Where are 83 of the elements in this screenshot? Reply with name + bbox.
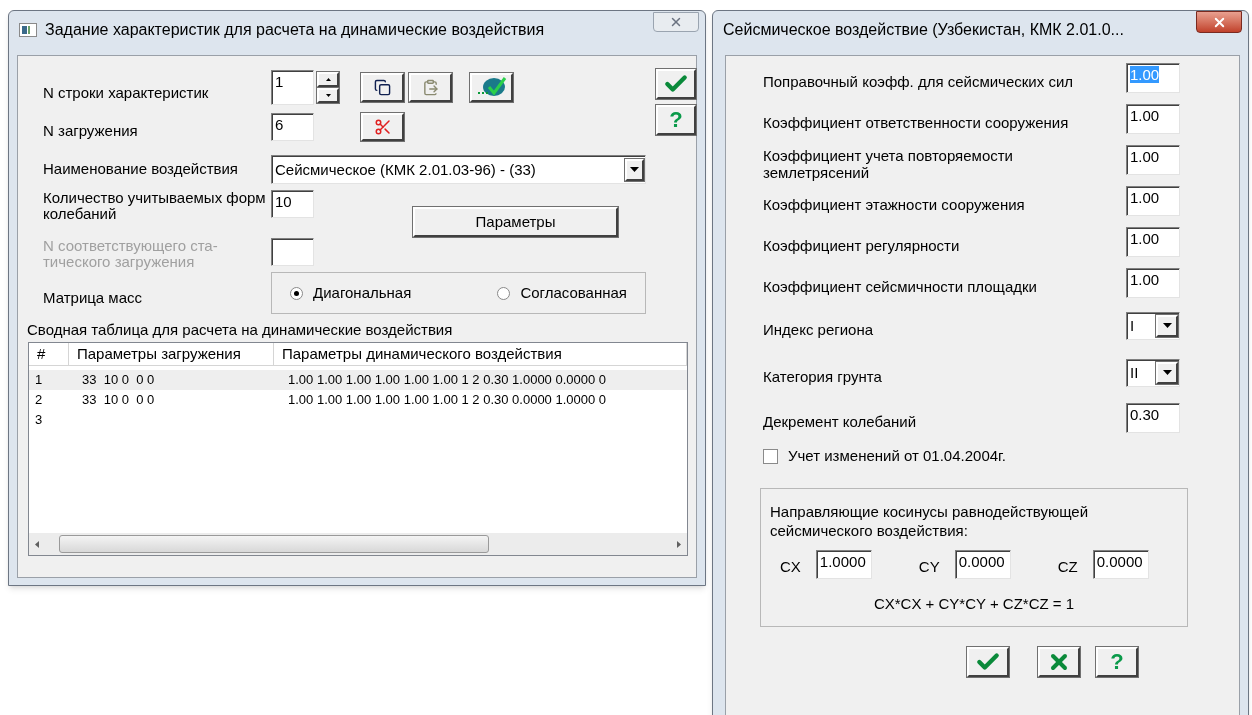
check-disc-icon [476, 76, 507, 98]
field-label: N строки характеристик [43, 82, 210, 103]
table-cell-text: 1.00 1.00 1.00 1.00 1.00 1.00 1 2 0.30 0.0000 1.0000 0 [287, 391, 607, 410]
down-arrow-icon [325, 93, 331, 97]
input-field[interactable]: 1.00 [1126, 226, 1180, 257]
radio-option[interactable]: Согласованная [497, 281, 627, 305]
table-row[interactable]: 2 33 10 0 0 0 1.00 1.00 1.00 1.00 1.00 1.00 1 2 0.30 0.0000 1.0000 0 [29, 390, 687, 410]
table-cell-text: 33 10 0 0 0 [81, 371, 156, 390]
field-label: Количество учитываемых форм колебаний [43, 190, 267, 224]
ok-button[interactable] [656, 69, 696, 99]
up-arrow-icon [325, 77, 331, 81]
apply-button[interactable] [470, 72, 513, 102]
dropdown[interactable]: II [1126, 358, 1180, 387]
right-arrow-icon [677, 540, 681, 548]
input-field[interactable]: 0.0000 [954, 549, 1011, 579]
caret-icon [630, 167, 639, 172]
column-header[interactable]: # [29, 343, 69, 365]
field-label: Матрица масс [43, 287, 144, 308]
caret-icon [1162, 323, 1172, 328]
input-field[interactable]: 1.00 [1126, 185, 1180, 216]
column-header[interactable]: Параметры загружения [69, 343, 274, 365]
spin-down-button[interactable] [317, 87, 339, 103]
close-button[interactable] [1196, 11, 1242, 33]
field-label: Коэффициент сейсмичности площадки [763, 278, 1038, 295]
checkbox-row[interactable]: Учет изменений от 01.04.2004г. [763, 445, 1239, 468]
field-label: Поправочный коэфф. для сейсмических сил [763, 73, 1075, 90]
copy-icon [374, 78, 391, 96]
input-field[interactable]: 1.00 [1126, 144, 1180, 175]
field-label: CY [918, 556, 940, 577]
input-field[interactable]: 10 [271, 190, 314, 218]
ok-button[interactable] [967, 646, 1009, 677]
left-arrow-icon [35, 540, 39, 548]
input-field[interactable]: 1 [271, 69, 314, 105]
copy-button[interactable] [361, 72, 404, 102]
input-field[interactable] [271, 238, 314, 266]
input-field[interactable]: 1.00 [1126, 267, 1180, 298]
formula-text: CX*CX + CY*CY + CZ*CZ = 1 [872, 593, 1076, 614]
table-cell-text: 1 [34, 371, 44, 390]
radio-option[interactable]: Диагональная [290, 281, 412, 305]
paste-icon [422, 78, 439, 96]
field-label: N соответствующего ста-тического загружения [43, 238, 219, 272]
table-caption: Сводная таблица для расчета на динамические воздействия [27, 320, 454, 339]
dropdown[interactable]: I [1126, 311, 1180, 340]
input-field[interactable]: 0.0000 [1092, 549, 1149, 579]
spin-up-button[interactable] [317, 71, 339, 87]
action-dropdown[interactable]: Сейсмическое (КМК 2.01.03-96) - (33) [271, 155, 646, 184]
window-title: Сейсмическое воздействие (Узбекистан, КМК 2.01.0... [723, 20, 1124, 40]
field-label: Индекс региона [763, 321, 875, 338]
field-label: CZ [1057, 556, 1078, 577]
field-label: Коэффициент ответственности сооружения [763, 114, 1070, 131]
group-caption: Направляющие косинусы равнодействующей сейсмического воздействия: [770, 501, 1090, 540]
field-label: Наименование воздействия [43, 159, 239, 180]
scissors-icon [373, 118, 392, 136]
input-field[interactable]: 6 [271, 113, 314, 141]
field-label: Коэффициент учета повторяемости землетрясений [763, 146, 1014, 181]
window-icon [19, 23, 37, 37]
horizontal-scrollbar[interactable] [29, 533, 687, 555]
table-row[interactable]: 3 [29, 410, 687, 430]
checkbox[interactable] [763, 448, 778, 464]
table-cell-text: 33 10 0 0 0 [81, 391, 156, 410]
table-cell-text: 2 [34, 391, 44, 410]
table-cell-text: 1.00 1.00 1.00 1.00 1.00 1.00 1 2 0.30 1.0000 0.0000 0 [287, 371, 607, 390]
field-label: Декремент колебаний [763, 413, 918, 430]
window-title: Задание характеристик для расчета на динамические воздействия [45, 20, 545, 40]
radio-button[interactable] [497, 286, 511, 300]
close-icon [669, 15, 683, 29]
field-label: Коэффициент регулярности [763, 237, 961, 254]
field-label: Коэффициент этажности сооружения [763, 196, 1026, 213]
input-field[interactable]: 1.00 [1126, 103, 1180, 134]
field-label: N загружения [43, 120, 139, 141]
radio-button[interactable] [290, 286, 303, 300]
paste-button[interactable] [409, 72, 452, 102]
table-cell-text: 3 [34, 411, 44, 430]
table-row[interactable]: 1 33 10 0 0 0 1.00 1.00 1.00 1.00 1.00 1.00 1 2 0.30 1.0000 0.0000 0 [29, 370, 687, 390]
caret-icon [1162, 370, 1172, 375]
field-label: Категория грунта [763, 368, 883, 385]
delete-button[interactable] [361, 113, 404, 141]
field-label: CX [780, 556, 801, 577]
input-field[interactable]: 0.30 [1126, 402, 1180, 433]
parameters-button[interactable]: Параметры [413, 207, 618, 237]
cancel-button[interactable] [1038, 646, 1080, 677]
column-header[interactable]: Параметры динамического воздействия [274, 343, 687, 365]
input-field[interactable]: 1.0000 [815, 549, 872, 579]
